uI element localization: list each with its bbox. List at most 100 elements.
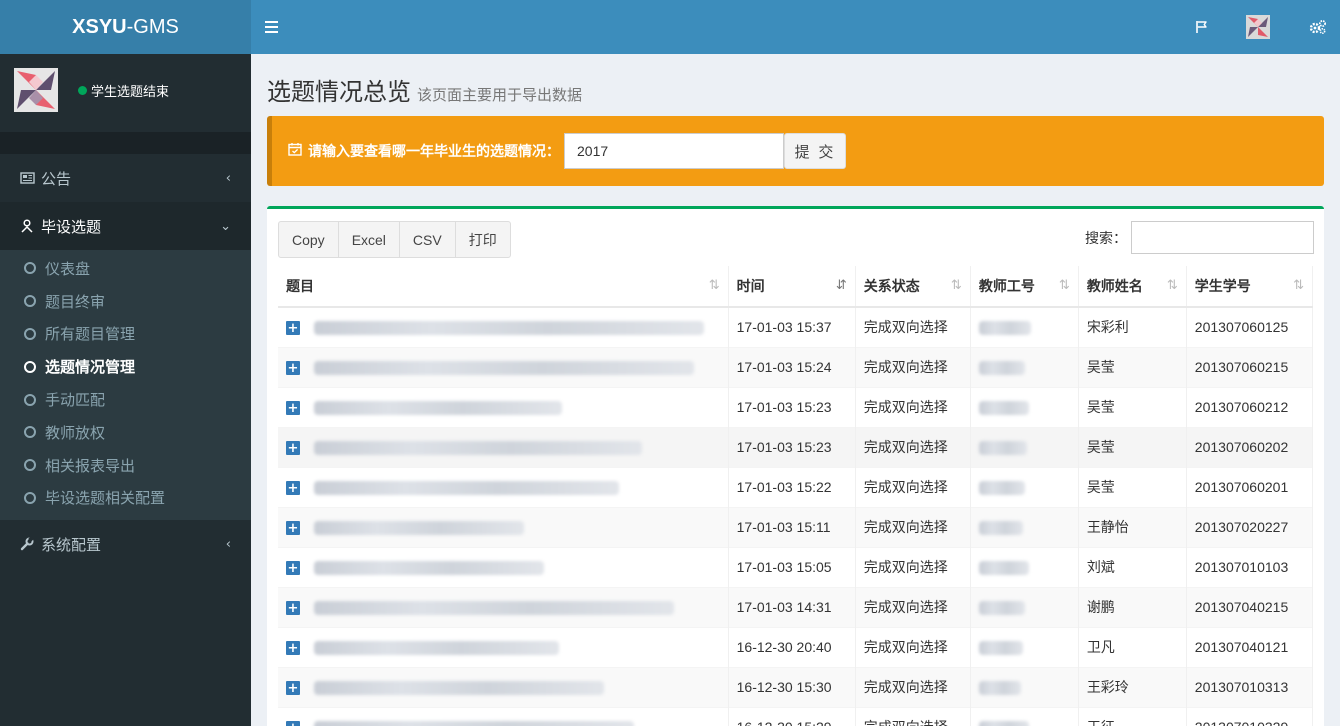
menu-thesis-selection[interactable]: 毕设选题 ⌄ bbox=[0, 202, 251, 250]
submenu-dashboard[interactable]: 仪表盘 bbox=[0, 252, 251, 285]
table-row[interactable]: +17-01-03 15:22 完成双向选择 吴莹 201307060201 bbox=[278, 466, 1314, 507]
bars-icon[interactable] bbox=[265, 17, 283, 37]
student-id-cell: 201307040121 bbox=[1186, 626, 1314, 667]
menu-announcements[interactable]: 公告 ‹ bbox=[0, 154, 251, 202]
year-callout: 请输入要查看哪一年毕业生的选题情况： 提 交 bbox=[267, 116, 1324, 186]
expand-icon[interactable]: + bbox=[286, 721, 300, 726]
student-id-cell: 201307060201 bbox=[1186, 466, 1314, 507]
submenu-report-export[interactable]: 相关报表导出 bbox=[0, 449, 251, 482]
topic-cell: + bbox=[278, 466, 729, 507]
time-cell: 16-12-30 15:30 bbox=[728, 666, 856, 707]
teacher-id-cell bbox=[970, 666, 1079, 707]
expand-icon[interactable]: + bbox=[286, 401, 300, 416]
teacher-name-cell: 王征 bbox=[1078, 706, 1187, 726]
teacher-id-redacted bbox=[978, 401, 1029, 416]
flag-icon[interactable] bbox=[1185, 0, 1219, 54]
submenu-label: 手动匹配 bbox=[45, 391, 106, 410]
expand-icon[interactable]: + bbox=[286, 481, 300, 496]
excel-button[interactable]: Excel bbox=[337, 221, 400, 258]
circle-icon bbox=[24, 491, 36, 504]
chevron-left-icon: ‹ bbox=[225, 536, 231, 552]
teacher-name-cell: 宋彩利 bbox=[1078, 306, 1187, 347]
student-id-cell: 201307040215 bbox=[1186, 586, 1314, 627]
expand-icon[interactable]: + bbox=[286, 321, 300, 336]
table-row[interactable]: +16-12-30 15:29完成双向选择 王征201307010329 bbox=[278, 706, 1314, 726]
time-cell: 16-12-30 15:29 bbox=[728, 706, 856, 726]
column-header-student-id[interactable]: 学生学号 ⇅ bbox=[1186, 266, 1314, 308]
table-row[interactable]: +17-01-03 15:23 完成双向选择 吴莹 201307060212 bbox=[278, 386, 1314, 427]
table-row[interactable]: +17-01-03 15:37 完成双向选择 宋彩利 201307060125 bbox=[278, 306, 1314, 347]
expand-icon[interactable]: + bbox=[286, 641, 300, 656]
status-cell: 完成双向选择 bbox=[855, 306, 971, 347]
export-button-group: Copy Excel CSV 打印 bbox=[278, 221, 511, 258]
copy-button[interactable]: Copy bbox=[278, 221, 339, 258]
newspaper-icon bbox=[19, 172, 35, 184]
print-button[interactable]: 打印 bbox=[454, 221, 511, 258]
submenu-selection-config[interactable]: 毕设选题相关配置 bbox=[0, 482, 251, 515]
topic-text-redacted bbox=[314, 361, 694, 376]
expand-icon[interactable]: + bbox=[286, 361, 300, 376]
time-cell: 17-01-03 15:11 bbox=[728, 506, 856, 547]
table-header-row: 题目 ⇅ 时间 ⇵ 关系状态 ⇅ 教师工号 ⇅ 教师姓名 ⇅ 学生学号 ⇅ bbox=[278, 266, 1314, 308]
time-cell: 17-01-03 15:37 bbox=[728, 306, 856, 347]
table-row[interactable]: +17-01-03 15:11 完成双向选择 王静怡 201307020227 bbox=[278, 506, 1314, 547]
page-title: 选题情况总览 bbox=[267, 78, 411, 106]
circle-icon bbox=[24, 393, 36, 406]
column-header-teacher-name[interactable]: 教师姓名 ⇅ bbox=[1078, 266, 1187, 308]
search-input[interactable] bbox=[1131, 221, 1314, 254]
topic-cell: + bbox=[278, 666, 729, 707]
sidebar-avatar bbox=[14, 68, 58, 112]
teacher-id-cell bbox=[970, 546, 1079, 587]
submenu-manual-match[interactable]: 手动匹配 bbox=[0, 383, 251, 416]
online-dot-icon bbox=[78, 86, 87, 95]
menu-system-config[interactable]: 系统配置 ‹ bbox=[0, 520, 251, 568]
year-input[interactable] bbox=[564, 133, 784, 169]
logo-rest: -GMS bbox=[126, 15, 179, 38]
column-header-status[interactable]: 关系状态 ⇅ bbox=[855, 266, 971, 308]
column-header-topic[interactable]: 题目 ⇅ bbox=[278, 266, 729, 308]
chevron-left-icon: ‹ bbox=[225, 170, 231, 186]
submit-button[interactable]: 提 交 bbox=[784, 133, 846, 169]
expand-icon[interactable]: + bbox=[286, 681, 300, 696]
teacher-id-cell bbox=[970, 506, 1079, 547]
student-id-cell: 201307020227 bbox=[1186, 506, 1314, 547]
column-header-teacher-id[interactable]: 教师工号 ⇅ bbox=[970, 266, 1079, 308]
teacher-name-cell: 卫凡 bbox=[1078, 626, 1187, 667]
teacher-id-cell bbox=[970, 306, 1079, 347]
teacher-id-redacted bbox=[978, 321, 1031, 336]
user-avatar[interactable] bbox=[1241, 0, 1275, 54]
table-row[interactable]: +16-12-30 20:40 完成双向选择 卫凡 201307040121 bbox=[278, 626, 1314, 667]
expand-icon[interactable]: + bbox=[286, 441, 300, 456]
submenu-teacher-delegate[interactable]: 教师放权 bbox=[0, 416, 251, 449]
expand-icon[interactable]: + bbox=[286, 601, 300, 616]
submenu-final-review[interactable]: 题目终审 bbox=[0, 285, 251, 318]
status-text: 学生选题结束 bbox=[91, 85, 170, 100]
table-row[interactable]: +17-01-03 15:24 完成双向选择 吴莹 201307060215 bbox=[278, 346, 1314, 387]
table-row[interactable]: +17-01-03 15:05 完成双向选择 刘斌 201307010103 bbox=[278, 546, 1314, 587]
topic-text-redacted bbox=[314, 721, 634, 726]
gears-icon[interactable] bbox=[1301, 0, 1335, 54]
submenu-selection-management[interactable]: 选题情况管理 bbox=[0, 350, 251, 383]
column-header-time[interactable]: 时间 ⇵ bbox=[728, 266, 856, 308]
table-row[interactable]: +17-01-03 15:23 完成双向选择 吴莹 201307060202 bbox=[278, 426, 1314, 467]
callout-text: 请输入要查看哪一年毕业生的选题情况： bbox=[308, 144, 560, 160]
topic-text-redacted bbox=[314, 481, 619, 496]
expand-icon[interactable]: + bbox=[286, 521, 300, 536]
top-navbar bbox=[251, 0, 1340, 54]
topic-text-redacted bbox=[314, 601, 674, 616]
app-logo[interactable]: XSYU -GMS bbox=[0, 0, 251, 54]
status-cell: 完成双向选择 bbox=[855, 506, 971, 547]
callout-label: 请输入要查看哪一年毕业生的选题情况： bbox=[288, 141, 560, 161]
sort-icon: ⇅ bbox=[950, 278, 962, 293]
selection-table: 题目 ⇅ 时间 ⇵ 关系状态 ⇅ 教师工号 ⇅ 教师姓名 ⇅ 学生学号 ⇅ +17-01-0… bbox=[278, 266, 1314, 726]
sort-icon: ⇅ bbox=[1058, 278, 1070, 293]
expand-icon[interactable]: + bbox=[286, 561, 300, 576]
csv-button[interactable]: CSV bbox=[398, 221, 456, 258]
teacher-id-redacted bbox=[978, 601, 1025, 616]
table-row[interactable]: +17-01-03 14:31 完成双向选择 谢鹏 201307040215 bbox=[278, 586, 1314, 627]
table-row[interactable]: +16-12-30 15:30 完成双向选择 王彩玲 201307010313 bbox=[278, 666, 1314, 707]
circle-icon bbox=[24, 360, 36, 373]
status-cell: 完成双向选择 bbox=[855, 386, 971, 427]
topic-cell: + bbox=[278, 306, 729, 347]
submenu-all-topics[interactable]: 所有题目管理 bbox=[0, 318, 251, 351]
